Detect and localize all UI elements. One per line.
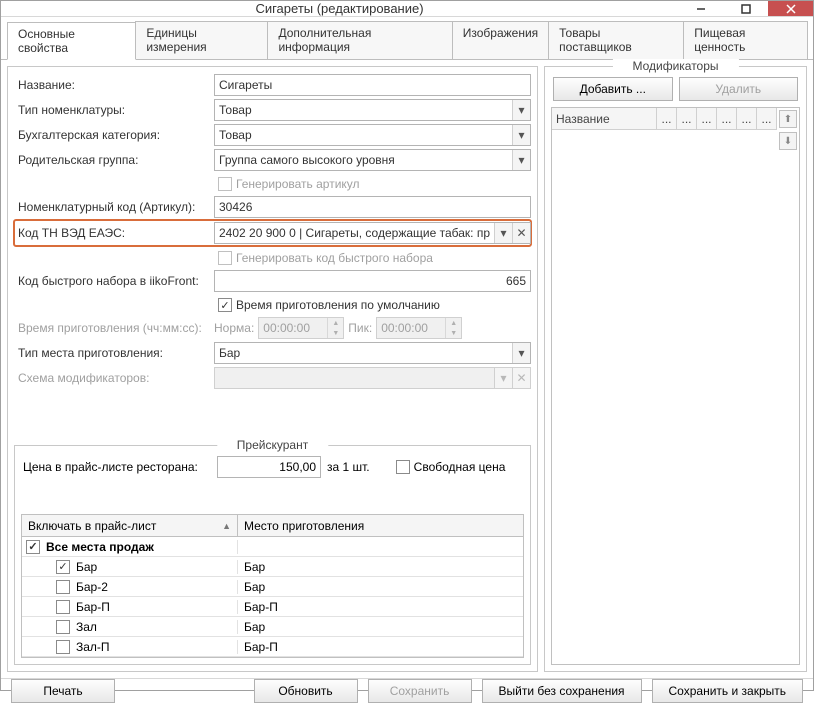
right-pane: Модификаторы Добавить ... Удалить Назван…: [544, 66, 807, 672]
chevron-down-icon: ▾: [512, 150, 530, 170]
window-buttons: [678, 1, 813, 16]
mod-col[interactable]: ...: [657, 108, 677, 129]
left-pane: Название: Тип номенклатуры:Товар▾ Бухгал…: [7, 66, 538, 672]
peak-time-input: 00:00:00▲▼: [376, 317, 462, 339]
row-checkbox[interactable]: ✓: [56, 560, 70, 574]
table-row[interactable]: ✓Все места продаж: [22, 537, 523, 557]
table-row[interactable]: Зал-ПБар-П: [22, 637, 523, 657]
fast-input[interactable]: [214, 270, 531, 292]
content: Название: Тип номенклатуры:Товар▾ Бухгал…: [1, 60, 813, 678]
pricelist-fieldset: Прейскурант Цена в прайс-листе ресторана…: [14, 445, 531, 665]
gen-art-checkbox: [218, 177, 232, 191]
parent-combo[interactable]: Группа самого высокого уровня▾: [214, 149, 531, 171]
type-combo[interactable]: Товар▾: [214, 99, 531, 121]
delete-modifier-button: Удалить: [679, 77, 799, 101]
row-checkbox[interactable]: [56, 580, 70, 594]
gen-fast-checkbox: [218, 251, 232, 265]
acct-combo[interactable]: Товар▾: [214, 124, 531, 146]
move-down-button[interactable]: ⬇: [779, 132, 797, 150]
defcook-row[interactable]: ✓Время приготовления по умолчанию: [14, 294, 531, 316]
parent-label: Родительская группа:: [14, 153, 214, 167]
acct-label: Бухгалтерская категория:: [14, 128, 214, 142]
minimize-button[interactable]: [678, 1, 723, 16]
name-input[interactable]: [214, 74, 531, 96]
row-checkbox[interactable]: [56, 600, 70, 614]
price-label: Цена в прайс-листе ресторана:: [21, 460, 211, 474]
price-table: Включать в прайс-лист▲ Место приготовлен…: [21, 514, 524, 658]
tab-nutrition[interactable]: Пищевая ценность: [683, 21, 808, 59]
modscheme-label: Схема модификаторов:: [14, 371, 214, 385]
tnved-combo[interactable]: 2402 20 900 0 | Сигареты, содержащие таб…: [214, 222, 531, 244]
col-include[interactable]: Включать в прайс-лист▲: [22, 515, 238, 536]
mod-col-name[interactable]: Название: [552, 108, 657, 129]
table-row[interactable]: ✓БарБар: [22, 557, 523, 577]
row-checkbox[interactable]: [56, 620, 70, 634]
tab-images[interactable]: Изображения: [452, 21, 549, 59]
close-button[interactable]: [768, 1, 813, 16]
gen-art-row: Генерировать артикул: [14, 173, 531, 195]
chevron-down-icon: ▾: [494, 368, 512, 388]
chevron-down-icon: ▾: [512, 125, 530, 145]
save-button: Сохранить: [368, 679, 472, 703]
sku-input[interactable]: [214, 196, 531, 218]
tab-main[interactable]: Основные свойства: [7, 22, 136, 60]
clear-icon[interactable]: ✕: [512, 223, 530, 243]
exit-no-save-button[interactable]: Выйти без сохранения: [482, 679, 642, 703]
chevron-down-icon: ▾: [512, 343, 530, 363]
mod-col[interactable]: ...: [737, 108, 757, 129]
tab-suppliers[interactable]: Товары поставщиков: [548, 21, 684, 59]
sort-asc-icon: ▲: [222, 521, 231, 531]
norm-time-input: 00:00:00▲▼: [258, 317, 344, 339]
placetype-combo[interactable]: Бар▾: [214, 342, 531, 364]
table-row[interactable]: Бар-2Бар: [22, 577, 523, 597]
cooktime-label: Время приготовления (чч:мм:сс):: [14, 321, 214, 335]
gen-fast-row: Генерировать код быстрого набора: [14, 247, 531, 269]
tabs: Основные свойства Единицы измерения Допо…: [1, 17, 813, 60]
tab-units[interactable]: Единицы измерения: [135, 21, 268, 59]
modifiers-grid: Название ... ... ... ... ... ... ⬆ ⬇: [551, 107, 800, 665]
row-checkbox[interactable]: [56, 640, 70, 654]
add-modifier-button[interactable]: Добавить ...: [553, 77, 673, 101]
modscheme-combo: ▾✕: [214, 367, 531, 389]
chevron-down-icon: ▾: [512, 100, 530, 120]
sku-label: Номенклатурный код (Артикул):: [14, 200, 214, 214]
placetype-label: Тип места приготовления:: [14, 346, 214, 360]
tnved-label: Код ТН ВЭД ЕАЭС:: [14, 226, 214, 240]
tab-extra[interactable]: Дополнительная информация: [267, 21, 452, 59]
window-title: Сигареты (редактирование): [1, 1, 678, 16]
mod-col[interactable]: ...: [717, 108, 737, 129]
clear-icon: ✕: [512, 368, 530, 388]
type-label: Тип номенклатуры:: [14, 103, 214, 117]
window: Сигареты (редактирование) Основные свойс…: [0, 0, 814, 691]
save-close-button[interactable]: Сохранить и закрыть: [652, 679, 803, 703]
modifiers-fieldset: Модификаторы Добавить ... Удалить Назван…: [544, 66, 807, 672]
name-label: Название:: [14, 78, 214, 92]
mod-col[interactable]: ...: [757, 108, 777, 129]
price-input[interactable]: [217, 456, 321, 478]
titlebar: Сигареты (редактирование): [1, 1, 813, 17]
refresh-button[interactable]: Обновить: [254, 679, 358, 703]
per-unit: за 1 шт.: [327, 460, 370, 474]
chevron-down-icon: ▾: [494, 223, 512, 243]
maximize-button[interactable]: [723, 1, 768, 16]
row-checkbox[interactable]: ✓: [26, 540, 40, 554]
mod-col[interactable]: ...: [697, 108, 717, 129]
col-place[interactable]: Место приготовления: [238, 515, 523, 536]
mod-col[interactable]: ...: [677, 108, 697, 129]
table-row[interactable]: Бар-ПБар-П: [22, 597, 523, 617]
free-price-checkbox[interactable]: Свободная цена: [396, 460, 506, 474]
fast-label: Код быстрого набора в iikoFront:: [14, 274, 214, 288]
table-row[interactable]: ЗалБар: [22, 617, 523, 637]
print-button[interactable]: Печать: [11, 679, 115, 703]
move-up-button[interactable]: ⬆: [779, 110, 797, 128]
defcook-checkbox[interactable]: ✓: [218, 298, 232, 312]
